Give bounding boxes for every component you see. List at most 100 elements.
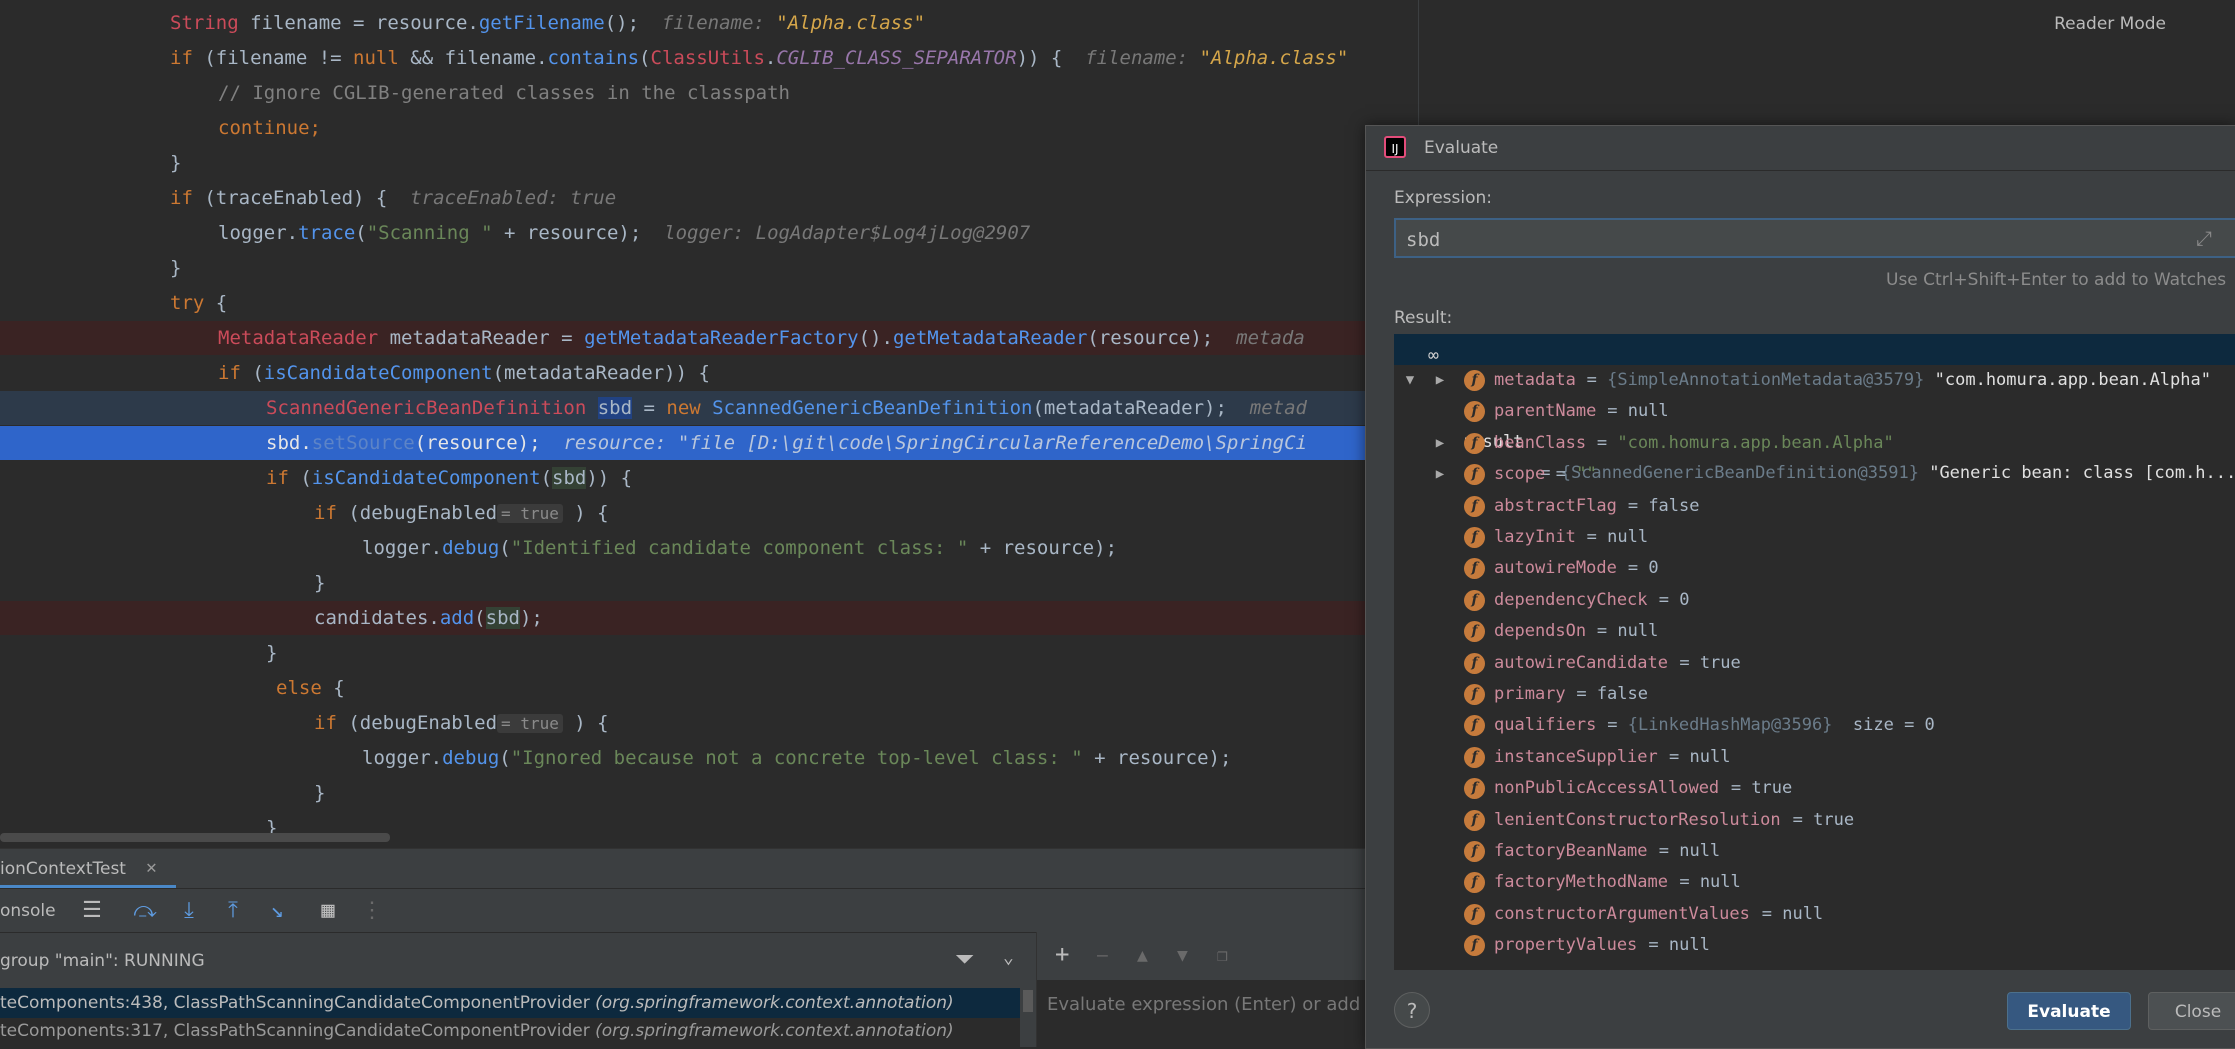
code-editor[interactable]: String filename = resource.getFilename()…	[0, 0, 1418, 848]
tree-row-field[interactable]: f autowireMode = 0	[1394, 553, 2235, 584]
tree-item-value: = null	[1576, 527, 1649, 547]
frame-method: teComponents:438, ClassPathScanningCandi…	[0, 993, 590, 1013]
chevron-down-icon[interactable]: ⌄	[1003, 947, 1014, 968]
tree-item-value: = null	[1658, 746, 1731, 767]
evaluate-watch-input[interactable]: Evaluate expression (Enter) or add a wat…	[1047, 988, 1407, 1022]
chevron-right-icon[interactable]: ▶	[1430, 459, 1450, 490]
tree-row-field[interactable]: f qualifiers = {LinkedHashMap@3596} size …	[1394, 710, 2235, 741]
thread-selector[interactable]: group "main": RUNNING	[0, 951, 205, 971]
result-tree[interactable]: ▼ ∞ result = {ScannedGenericBeanDefiniti…	[1394, 334, 2235, 970]
tree-row-result[interactable]: ▼ ∞ result = {ScannedGenericBeanDefiniti…	[1394, 334, 2235, 483]
step-over-icon[interactable]: ⤼	[131, 897, 159, 925]
frame-package: (org.springframework.context.annotation)	[595, 1021, 954, 1041]
tree-row-field[interactable]: ▶ f beanClass = "com.homura.app.bean.Alpha…	[1394, 428, 2235, 459]
close-icon[interactable]: ✕	[146, 857, 157, 878]
code-line[interactable]: else {	[0, 671, 1418, 705]
frames-scrollbar-thumb[interactable]	[1023, 990, 1033, 1012]
code-line[interactable]: if (isCandidateComponent(metadataReader)…	[0, 356, 1418, 390]
code-line[interactable]: String filename = resource.getFilename()…	[0, 6, 1418, 40]
code-line[interactable]: if (filename != null && filename.contain…	[0, 41, 1418, 75]
add-watch-icon[interactable]: +	[1055, 940, 1069, 968]
move-down-icon[interactable]: ▼	[1177, 945, 1188, 966]
field-value: null	[1689, 746, 1731, 767]
tree-row-field[interactable]: f constructorArgumentValues = null	[1394, 899, 2235, 930]
tree-row-field[interactable]: f lazyInit = null	[1394, 522, 2235, 553]
evaluate-icon[interactable]: ▦	[314, 897, 342, 925]
field-icon: f	[1464, 464, 1485, 486]
menu-icon[interactable]: ☰	[78, 897, 106, 925]
field-value: false	[1648, 495, 1700, 516]
field-icon: f	[1464, 903, 1485, 925]
code-line[interactable]: continue;	[0, 111, 1418, 145]
tree-row-field[interactable]: ▶ f scope = ""	[1394, 459, 2235, 490]
tree-row-field[interactable]: f dependsOn = null	[1394, 616, 2235, 647]
tree-row-field[interactable]: f dependencyCheck = 0	[1394, 585, 2235, 616]
field-icon: f	[1464, 652, 1485, 674]
frames-scrollbar[interactable]	[1020, 988, 1036, 1047]
dialog-title-bar[interactable]: IJ Evaluate	[1366, 126, 2235, 171]
tree-item-value: = ""	[1545, 464, 1597, 485]
field-icon: f	[1464, 495, 1485, 517]
tree-row-field[interactable]: f propertyValues = null	[1394, 930, 2235, 961]
tree-row-field[interactable]: f factoryMethodName = null	[1394, 867, 2235, 898]
code-line[interactable]: ScannedGenericBeanDefinition sbd = new S…	[0, 391, 1418, 425]
code-line[interactable]: logger.debug("Ignored because not a conc…	[0, 741, 1418, 775]
code-line[interactable]: }	[0, 146, 1418, 180]
trace-icon[interactable]: ⋮	[358, 897, 386, 925]
tree-row-field[interactable]: f instanceSupplier = null	[1394, 742, 2235, 773]
tree-row-field[interactable]: f lenientConstructorResolution = true	[1394, 805, 2235, 836]
code-line[interactable]: }	[0, 776, 1418, 810]
run-to-cursor-icon[interactable]: ↘	[263, 897, 291, 925]
debug-tab-label[interactable]: ionContextTest	[0, 859, 126, 879]
code-line-current[interactable]: sbd.setSource(resource); resource: "file…	[0, 426, 1418, 460]
close-button[interactable]: Close	[2148, 992, 2235, 1030]
editor-horizontal-scrollbar[interactable]	[0, 833, 390, 842]
tree-row-field[interactable]: f primary = false	[1394, 679, 2235, 710]
tree-item-value: = true	[1669, 652, 1741, 673]
field-value: "com.homura.app.bean.Alpha"	[1934, 370, 2211, 390]
duplicate-icon[interactable]: ❐	[1217, 945, 1228, 966]
tree-item-value: = {LinkedHashMap@3596} size = 0	[1597, 715, 1935, 736]
code-line[interactable]: }	[0, 566, 1418, 600]
evaluate-button[interactable]: Evaluate	[2007, 992, 2131, 1030]
code-line[interactable]: }	[0, 636, 1418, 670]
step-out-icon[interactable]: ⤒	[219, 897, 247, 925]
code-line-breakpoint[interactable]: candidates.add(sbd);	[0, 601, 1418, 635]
frame-row[interactable]: teComponents:438, ClassPathScanningCandi…	[0, 988, 1020, 1018]
remove-watch-icon[interactable]: —	[1097, 945, 1108, 966]
code-line[interactable]: logger.debug("Identified candidate compo…	[0, 531, 1418, 565]
code-line[interactable]: if (isCandidateComponent(sbd)) {	[0, 461, 1418, 495]
watches-panel: + — ▲ ▼ ❐ Evaluate expression (Enter) or…	[1036, 932, 1419, 1047]
code-line[interactable]: // Ignore CGLIB-generated classes in the…	[0, 76, 1418, 110]
tree-row-field[interactable]: ▶ f metadata = {SimpleAnnotationMetadata@3…	[1394, 365, 2235, 396]
tree-row-field[interactable]: f autowireCandidate = true	[1394, 648, 2235, 679]
code-line[interactable]: logger.trace("Scanning " + resource); lo…	[0, 216, 1418, 250]
code-line[interactable]: if (debugEnabled = true ) {	[0, 706, 1418, 740]
chevron-right-icon[interactable]: ▶	[1430, 365, 1450, 396]
tree-row-field[interactable]: f abstractFlag = false	[1394, 491, 2235, 522]
code-line-breakpoint[interactable]: MetadataReader metadataReader = getMetad…	[0, 321, 1418, 355]
code-line[interactable]: if (traceEnabled) { traceEnabled: true	[0, 181, 1418, 215]
frame-row[interactable]: teComponents:317, ClassPathScanningCandi…	[0, 1016, 1020, 1046]
expression-box[interactable]: ⤢	[1394, 218, 2235, 258]
console-tab[interactable]: onsole	[0, 901, 56, 921]
step-into-icon[interactable]: ⤓	[175, 897, 203, 925]
code-line[interactable]: if (debugEnabled = true ) {	[0, 496, 1418, 530]
frame-package: (org.springframework.context.annotation)	[595, 993, 954, 1013]
expression-input[interactable]	[1404, 226, 2108, 254]
field-value: true	[1813, 809, 1855, 830]
expand-icon[interactable]: ⤢	[2196, 226, 2212, 250]
tree-item-name: instanceSupplier	[1494, 746, 1658, 767]
chevron-right-icon[interactable]: ▶	[1430, 428, 1450, 459]
code-line[interactable]: try {	[0, 286, 1418, 320]
code-line[interactable]: }	[0, 251, 1418, 285]
tree-row-field[interactable]: f parentName = null	[1394, 396, 2235, 427]
field-icon: f	[1464, 841, 1485, 862]
tree-row-field[interactable]: f factoryBeanName = null	[1394, 836, 2235, 867]
help-button[interactable]: ?	[1394, 992, 1430, 1028]
tree-row-field[interactable]: f nonPublicAccessAllowed = true	[1394, 773, 2235, 804]
reader-mode-toggle[interactable]: Reader Mode	[2054, 14, 2166, 34]
tree-item-name: autowireCandidate	[1494, 652, 1668, 673]
move-up-icon[interactable]: ▲	[1137, 945, 1148, 966]
filter-icon[interactable]: ⏷	[955, 945, 974, 973]
